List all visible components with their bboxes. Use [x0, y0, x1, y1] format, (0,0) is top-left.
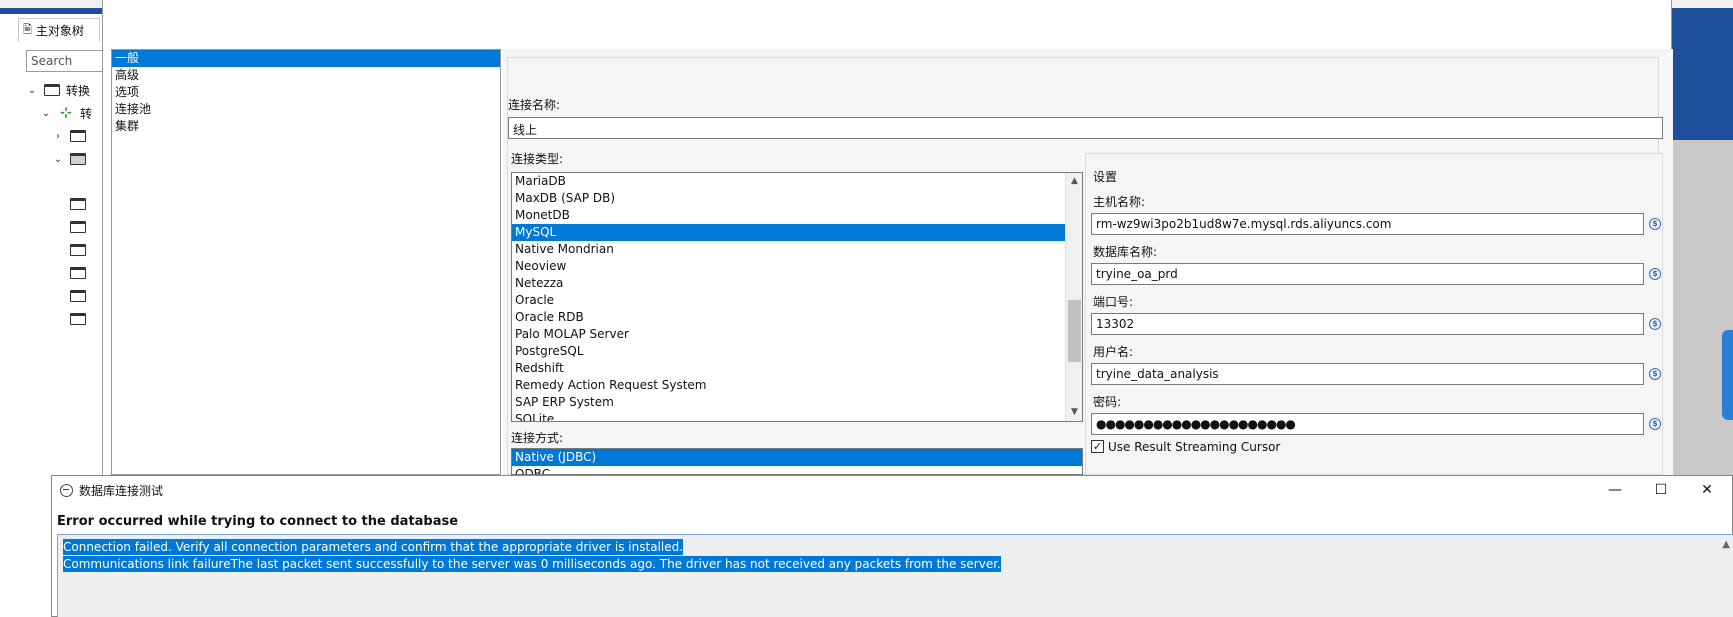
connection-test-dialog: 数据库连接测试 — ☐ ✕ Error occurred while tryin…	[51, 475, 1733, 617]
object-tree-panel: 🗎 主对象树 Search ⌄ 转换 ⌄ ⊹ 转 › ⌄	[0, 14, 106, 484]
folder-icon	[70, 267, 86, 279]
connection-name-label: 连接名称:	[508, 98, 561, 112]
error-message-line: Connection failed. Verify all connection…	[63, 539, 684, 555]
tree-node[interactable]	[70, 194, 86, 214]
connection-name-input[interactable]: 线上	[508, 117, 1663, 139]
database-connection-dialog: 一般 高级 选项 连接池 集群 连接名称: 线上 连接类型: MariaDB M…	[102, 0, 1673, 475]
chevron-down-icon[interactable]: ⌄	[26, 85, 38, 96]
list-item[interactable]: Native Mondrian	[512, 241, 1065, 258]
variable-icon[interactable]: $	[1649, 418, 1661, 430]
dialog-title: 数据库连接测试	[79, 483, 164, 498]
tree-node[interactable]: ›	[52, 126, 86, 146]
category-item-general[interactable]: 一般	[112, 50, 500, 67]
side-accent-tab[interactable]	[1722, 330, 1733, 420]
category-list: 一般 高级 选项 连接池 集群	[111, 49, 501, 475]
folder-icon	[70, 313, 86, 325]
list-item-selected[interactable]: Native (JDBC)	[512, 449, 1082, 466]
list-item[interactable]: MaxDB (SAP DB)	[512, 190, 1065, 207]
list-item[interactable]: MariaDB	[512, 173, 1065, 190]
port-label: 端口号:	[1093, 295, 1134, 309]
dialog-titlebar[interactable]: 数据库连接测试	[52, 476, 1733, 504]
chevron-down-icon[interactable]: ⌄	[52, 154, 64, 165]
variable-icon[interactable]: $	[1649, 218, 1661, 230]
document-search-icon: 🗎	[23, 23, 32, 36]
error-heading: Error occurred while trying to connect t…	[57, 514, 459, 529]
settings-title: 设置	[1093, 170, 1118, 184]
list-item-selected[interactable]: MySQL	[512, 224, 1065, 241]
scroll-down-icon[interactable]: ▼	[1066, 404, 1082, 421]
list-item[interactable]: Palo MOLAP Server	[512, 326, 1065, 343]
folder-icon	[70, 290, 86, 302]
minimize-button[interactable]: —	[1592, 476, 1638, 504]
variable-icon[interactable]: $	[1649, 318, 1661, 330]
list-item[interactable]: Netezza	[512, 275, 1065, 292]
connection-type-scrollbar[interactable]: ▲ ▼	[1065, 173, 1082, 421]
password-label: 密码:	[1093, 395, 1122, 409]
tab-main-object-tree[interactable]: 🗎 主对象树	[18, 18, 100, 42]
error-message-box[interactable]: Connection failed. Verify all connection…	[57, 534, 1733, 617]
tree-node[interactable]	[70, 286, 86, 306]
streaming-cursor-label: Use Result Streaming Cursor	[1108, 440, 1281, 454]
folder-icon	[70, 153, 86, 165]
scroll-thumb[interactable]	[1068, 300, 1081, 362]
category-item-pooling[interactable]: 连接池	[112, 101, 500, 118]
variable-icon[interactable]: $	[1649, 268, 1661, 280]
list-item[interactable]: Remedy Action Request System	[512, 377, 1065, 394]
tree-node[interactable]	[70, 240, 86, 260]
connection-type-label: 连接类型:	[511, 152, 564, 166]
scroll-up-icon[interactable]: ▲	[1722, 539, 1730, 550]
tree-node-selected[interactable]: ⌄	[52, 149, 86, 169]
scroll-up-icon[interactable]: ▲	[1066, 173, 1082, 190]
maximize-button[interactable]: ☐	[1638, 476, 1684, 504]
category-item-clustering[interactable]: 集群	[112, 118, 500, 135]
folder-icon	[70, 198, 86, 210]
transform-icon: ⊹	[60, 105, 72, 121]
list-item[interactable]: Neoview	[512, 258, 1065, 275]
minus-circle-icon	[60, 483, 73, 497]
category-item-advanced[interactable]: 高级	[112, 67, 500, 84]
tree-node-label: 转换	[66, 83, 91, 98]
folder-icon	[70, 221, 86, 233]
username-label: 用户名:	[1093, 345, 1134, 359]
chevron-right-icon[interactable]: ›	[52, 131, 64, 142]
close-button[interactable]: ✕	[1684, 476, 1730, 504]
list-item[interactable]: MonetDB	[512, 207, 1065, 224]
list-item[interactable]: PostgreSQL	[512, 343, 1065, 360]
tree-node-transform[interactable]: ⌄ ⊹ 转	[40, 103, 92, 123]
list-item[interactable]: Oracle RDB	[512, 309, 1065, 326]
tree-node-label: 转	[80, 106, 93, 121]
variable-icon[interactable]: $	[1649, 368, 1661, 380]
folder-icon	[44, 84, 60, 96]
error-message-line: Communications link failureThe last pack…	[63, 556, 1001, 572]
background-gray-panel	[1672, 140, 1733, 475]
category-item-options[interactable]: 选项	[112, 84, 500, 101]
streaming-cursor-checkbox[interactable]: ✓	[1091, 440, 1104, 453]
access-type-list[interactable]: Native (JDBC) ODBC	[511, 448, 1083, 475]
folder-icon	[70, 130, 86, 142]
tree-node-transforms[interactable]: ⌄ 转换	[26, 80, 90, 100]
access-type-label: 连接方式:	[511, 431, 564, 445]
port-input[interactable]: 13302	[1091, 313, 1644, 335]
list-item[interactable]: Redshift	[512, 360, 1065, 377]
list-item[interactable]: SQLite	[512, 411, 1065, 421]
list-item[interactable]: ODBC	[512, 466, 1065, 474]
folder-icon	[70, 244, 86, 256]
tree-node[interactable]	[70, 309, 86, 329]
list-item[interactable]: Oracle	[512, 292, 1065, 309]
tab-label: 主对象树	[35, 24, 84, 38]
background-blue-panel-right	[1672, 0, 1733, 140]
host-label: 主机名称:	[1093, 195, 1146, 209]
password-input[interactable]: ●●●●●●●●●●●●●●●●●●●●●	[1091, 413, 1644, 435]
list-item[interactable]: SAP ERP System	[512, 394, 1065, 411]
search-input[interactable]: Search	[26, 50, 106, 72]
username-input[interactable]: tryine_data_analysis	[1091, 363, 1644, 385]
host-input[interactable]: rm-wz9wi3po2b1ud8w7e.mysql.rds.aliyuncs.…	[1091, 213, 1644, 235]
chevron-down-icon[interactable]: ⌄	[40, 108, 52, 119]
connection-type-list[interactable]: MariaDB MaxDB (SAP DB) MonetDB MySQL Nat…	[511, 172, 1083, 422]
database-name-label: 数据库名称:	[1093, 245, 1158, 259]
tree-node[interactable]	[70, 263, 86, 283]
database-name-input[interactable]: tryine_oa_prd	[1091, 263, 1644, 285]
tree-node[interactable]	[70, 217, 86, 237]
